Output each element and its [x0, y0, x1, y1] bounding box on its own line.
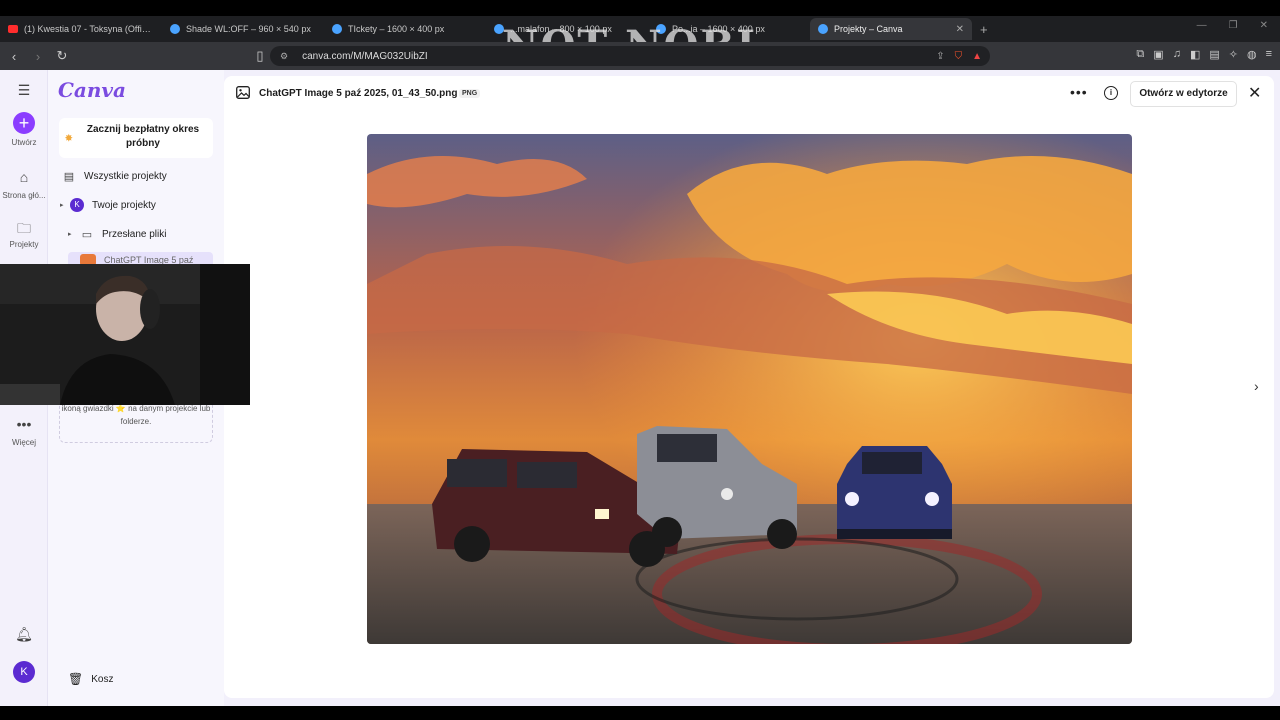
- bookmark-icon[interactable]: ▯: [250, 46, 270, 66]
- file-name: ChatGPT Image 5 paź 2025, 01_43_50.png: [259, 88, 458, 99]
- more-options-icon[interactable]: •••: [1070, 84, 1088, 100]
- file-type-badge: PNG: [459, 89, 481, 98]
- trial-label: Zacznij bezpłatny okres próbny: [86, 124, 200, 149]
- maximize-icon[interactable]: ❐: [1229, 20, 1238, 31]
- tab-label: ...malafon – 800 × 100 px: [510, 24, 612, 34]
- trial-button[interactable]: ✸ Zacznij bezpłatny okres próbny: [59, 118, 213, 158]
- home-icon: ⌂: [19, 169, 29, 185]
- reload-icon[interactable]: ↻: [52, 46, 72, 66]
- rail-projects[interactable]: 🗀 Projekty: [0, 218, 48, 249]
- sidebar-item-label: Twoje projekty: [92, 199, 156, 211]
- letterbox-bottom: [0, 706, 1280, 720]
- browser-tab-active[interactable]: Projekty – Canva ✕: [810, 18, 972, 40]
- next-image-icon[interactable]: ›: [1254, 378, 1259, 394]
- media-icon[interactable]: ♫: [1173, 48, 1181, 61]
- browser-tab-1[interactable]: (1) Kwestia 07 - Toksyna (Official: [0, 18, 162, 40]
- back-icon[interactable]: ‹: [4, 46, 24, 66]
- rail-more-label: Więcej: [11, 438, 36, 447]
- close-tab-icon[interactable]: ✕: [956, 24, 964, 35]
- close-viewer-icon[interactable]: ✕: [1248, 83, 1261, 103]
- sidebar-item-label: Wszystkie projekty: [84, 170, 167, 182]
- file-viewer: ChatGPT Image 5 paź 2025, 01_43_50.png P…: [224, 76, 1274, 698]
- canva-favicon-icon: [656, 24, 666, 34]
- tab-label: Shade WL:OFF – 960 × 540 px: [186, 24, 311, 34]
- rail-home-label: Strona głó...: [2, 191, 46, 200]
- close-window-icon[interactable]: ✕: [1260, 20, 1268, 31]
- sidebar-item-all-projects[interactable]: ▤ Wszystkie projekty: [60, 165, 212, 187]
- screen: (1) Kwestia 07 - Toksyna (Official Shade…: [0, 0, 1280, 720]
- rail-create-button[interactable]: + Utwórz: [0, 112, 48, 147]
- vpn-icon[interactable]: ◍: [1247, 48, 1257, 61]
- projects-stack-icon: ▤: [63, 170, 75, 183]
- browser-tab-2[interactable]: Shade WL:OFF – 960 × 540 px: [162, 18, 324, 40]
- wallet-icon[interactable]: ▤: [1209, 48, 1219, 61]
- preview-image: [367, 134, 1132, 644]
- canva-favicon-icon: [332, 24, 342, 34]
- sidebar-item-uploads[interactable]: ▸ ▭ Przesłane pliki: [68, 223, 220, 245]
- sidebar-item-label: Przesłane pliki: [102, 228, 167, 240]
- collapse-sidebar-icon: ☰: [17, 82, 31, 98]
- caret-right-icon[interactable]: ▸: [68, 230, 76, 238]
- rail-more[interactable]: ••• Więcej: [0, 416, 48, 447]
- rail-collapse[interactable]: ☰: [0, 82, 48, 104]
- share-icon[interactable]: ⇪: [936, 51, 944, 62]
- brave-shield-icon[interactable]: ⛉: [955, 51, 963, 62]
- tab-label: Projekty – Canva: [834, 24, 903, 34]
- extensions-icon[interactable]: ⧉: [1136, 48, 1144, 61]
- team-avatar: K: [70, 198, 84, 212]
- address-bar-actions: ⇪ ⛉ ▲: [936, 51, 982, 62]
- browser-tab-3[interactable]: TIckety – 1600 × 400 px: [324, 18, 486, 40]
- new-tab-icon[interactable]: +: [980, 22, 988, 37]
- uploads-folder-icon: ▭: [81, 228, 93, 241]
- crown-icon: ✸: [65, 133, 73, 143]
- browser-tab-4[interactable]: ...malafon – 800 × 100 px: [486, 18, 648, 40]
- sidebar-item-your-projects[interactable]: ▸ K Twoje projekty: [60, 194, 212, 216]
- site-settings-icon[interactable]: ⚙: [280, 51, 288, 62]
- extensions-bar: ⧉ ▣ ♫ ◧ ▤ ✧ ◍ ≡: [1136, 48, 1272, 61]
- youtube-favicon-icon: [8, 25, 18, 33]
- screenshot-icon[interactable]: ▣: [1153, 48, 1163, 61]
- canva-favicon-icon: [818, 24, 828, 34]
- plus-icon: +: [13, 112, 35, 134]
- menu-icon[interactable]: ≡: [1266, 48, 1272, 61]
- open-in-editor-button[interactable]: Otwórz w edytorze: [1130, 81, 1237, 107]
- car-coupe-blue: [837, 446, 952, 539]
- rail-notifications[interactable]: 🔔︎: [0, 626, 48, 648]
- folder-icon: 🗀: [17, 220, 31, 236]
- rail-create-label: Utwórz: [11, 138, 37, 147]
- window-controls: — ❐ ✕: [1197, 20, 1268, 31]
- image-file-icon: [236, 86, 250, 99]
- url-text: canva.com/M/MAG032UibZI: [302, 50, 428, 62]
- sidebar-item-trash[interactable]: 🗑︎ Kosz: [68, 672, 113, 686]
- address-bar[interactable]: ⚙ canva.com/M/MAG032UibZI ⇪ ⛉ ▲: [270, 46, 990, 66]
- sidebar-toggle-icon[interactable]: ◧: [1190, 48, 1200, 61]
- browser-tab-5[interactable]: Po...ia – 1600 × 400 px: [648, 18, 810, 40]
- tab-label: (1) Kwestia 07 - Toksyna (Official: [24, 24, 154, 34]
- brave-rewards-icon[interactable]: ▲: [972, 51, 982, 62]
- minimize-icon[interactable]: —: [1197, 20, 1207, 31]
- sidebar-item-label: Kosz: [91, 673, 114, 685]
- forward-icon[interactable]: ›: [28, 46, 48, 66]
- avatar: K: [13, 661, 35, 683]
- canva-favicon-icon: [170, 24, 180, 34]
- leo-ai-icon[interactable]: ✧: [1229, 48, 1238, 61]
- caret-right-icon[interactable]: ▸: [60, 201, 68, 209]
- rail-account[interactable]: K: [0, 661, 48, 683]
- letterbox-top: [0, 0, 1280, 16]
- tab-label: Po...ia – 1600 × 400 px: [672, 24, 765, 34]
- rail-projects-label: Projekty: [9, 240, 39, 249]
- webcam-overlay: [0, 264, 250, 405]
- canva-favicon-icon: [494, 24, 504, 34]
- bell-icon: 🔔︎: [15, 626, 33, 642]
- canva-logo[interactable]: Canva: [58, 78, 126, 102]
- info-icon[interactable]: i: [1104, 86, 1118, 100]
- tab-label: TIckety – 1600 × 400 px: [348, 24, 445, 34]
- trash-icon: 🗑︎: [68, 672, 84, 686]
- more-dots-icon: •••: [16, 416, 32, 432]
- browser-tabstrip: (1) Kwestia 07 - Toksyna (Official Shade…: [0, 16, 1280, 69]
- browser-toolbar: ‹ › ↻ ▯ ⚙ canva.com/M/MAG032UibZI ⇪ ⛉ ▲ …: [0, 42, 1280, 70]
- rail-home[interactable]: ⌂ Strona głó...: [0, 169, 48, 200]
